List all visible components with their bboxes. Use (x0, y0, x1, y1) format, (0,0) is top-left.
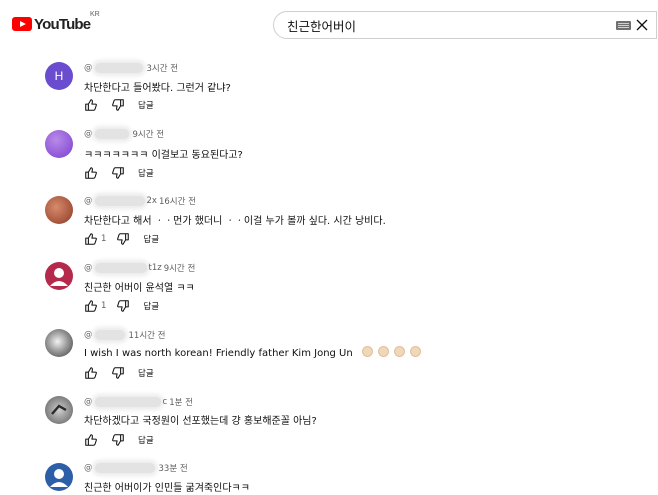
comment-header: @ 3시간 전 (84, 61, 178, 75)
author-handle[interactable]: @ (84, 263, 93, 273)
avatar[interactable] (45, 262, 73, 290)
thumbs-up-emoji-icon (361, 346, 373, 357)
thumbs-up-emoji-icon (378, 346, 390, 357)
comment-text: I wish I was north korean! Friendly fath… (84, 346, 422, 359)
author-handle-tail: c (162, 397, 168, 407)
logo-text: YouTube (34, 15, 91, 33)
user-silhouette-icon (50, 469, 68, 487)
play-logo-icon (12, 17, 32, 31)
avatar[interactable] (45, 463, 73, 491)
author-handle[interactable]: @ (84, 330, 93, 340)
comment-header: @ 33분 전 (84, 461, 188, 475)
redacted-handle (94, 397, 161, 407)
avatar-letter: H (54, 69, 64, 83)
avatar[interactable] (45, 329, 73, 357)
comment-header: @ 2x 16시간 전 (84, 194, 196, 208)
comment-text: 친근한 어버이가 인민들 굶겨죽인다ㅋㅋ (84, 483, 250, 494)
author-handle[interactable]: @ (84, 196, 93, 206)
redacted-handle (94, 330, 125, 340)
comment-time[interactable]: 11시간 전 (129, 329, 166, 341)
close-icon[interactable] (634, 17, 650, 33)
author-handle[interactable]: @ (84, 463, 93, 473)
thumbs-down-icon[interactable] (111, 433, 125, 447)
comment-actions: 답글 (84, 97, 154, 113)
comment-time[interactable]: 9시간 전 (133, 128, 165, 140)
thumbs-up-emoji-icon (394, 346, 406, 357)
comment-time[interactable]: 33분 전 (159, 462, 188, 474)
search-box (273, 11, 657, 39)
reply-button[interactable]: 답글 (138, 367, 154, 379)
comment-actions: 답글 (84, 165, 154, 181)
photo-avatar-icon (51, 404, 67, 415)
redacted-handle (94, 263, 147, 273)
like-count: 1 (101, 234, 107, 244)
like-count: 1 (101, 301, 107, 311)
author-handle-tail: 2x (146, 196, 157, 206)
thumbs-up-icon[interactable] (84, 299, 98, 313)
redacted-handle (94, 129, 129, 139)
comment-header: @ 9시간 전 (84, 127, 164, 141)
author-handle-tail: t1z (148, 263, 162, 273)
thumbs-down-icon[interactable] (111, 166, 125, 180)
country-code: KR (90, 11, 100, 18)
thumbs-up-icon[interactable] (84, 98, 98, 112)
top-bar: YouTube KR (0, 0, 658, 50)
reply-button[interactable]: 답글 (143, 233, 159, 245)
redacted-handle (94, 63, 143, 73)
reply-button[interactable]: 답글 (138, 434, 154, 446)
author-handle[interactable]: @ (84, 397, 93, 407)
author-handle[interactable]: @ (84, 63, 93, 73)
comment-time[interactable]: 16시간 전 (159, 195, 196, 207)
avatar[interactable] (45, 130, 73, 158)
comment-time[interactable]: 1분 전 (169, 396, 193, 408)
thumbs-down-icon[interactable] (116, 232, 130, 246)
comment-text: 차단한다고 들어봤다. 그런거 같냐? (84, 83, 231, 94)
comment-actions: 답글 (84, 365, 154, 381)
comment-actions: 1 답글 (84, 298, 159, 314)
comment-text: ㅋㅋㅋㅋㅋㅋㅋ 이걸보고 동요된다고? (84, 150, 243, 161)
comment-time[interactable]: 9시간 전 (164, 262, 196, 274)
reply-button[interactable]: 답글 (138, 167, 154, 179)
comment-text-body: I wish I was north korean! Friendly fath… (84, 348, 353, 359)
thumbs-up-icon[interactable] (84, 166, 98, 180)
comment-header: @ 11시간 전 (84, 328, 165, 342)
reply-button[interactable]: 답글 (138, 99, 154, 111)
comment-text: 친근한 어버이 윤석열 ㅋㅋ (84, 283, 195, 294)
comment-text: 차단한다고 해서 ㆍㆍ먼가 했더니 ㆍㆍ이걸 누가 볼까 싶다. 시간 낭비다. (84, 216, 386, 227)
comment-header: @ c 1분 전 (84, 395, 193, 409)
emoji-group (360, 346, 422, 359)
redacted-handle (94, 196, 145, 206)
comment-actions: 1 답글 (84, 231, 159, 247)
thumbs-down-icon[interactable] (111, 366, 125, 380)
comment-time[interactable]: 3시간 전 (147, 62, 179, 74)
thumbs-down-icon[interactable] (116, 299, 130, 313)
thumbs-down-icon[interactable] (111, 98, 125, 112)
author-handle[interactable]: @ (84, 129, 93, 139)
user-silhouette-icon (50, 268, 68, 286)
thumbs-up-icon[interactable] (84, 232, 98, 246)
comment-header: @ t1z 9시간 전 (84, 261, 195, 275)
avatar[interactable] (45, 396, 73, 424)
youtube-logo[interactable]: YouTube KR (12, 11, 100, 33)
comment-actions: 답글 (84, 432, 154, 448)
thumbs-up-icon[interactable] (84, 366, 98, 380)
reply-button[interactable]: 답글 (143, 300, 159, 312)
keyboard-icon[interactable] (616, 21, 631, 30)
thumbs-up-emoji-icon (410, 346, 422, 357)
redacted-handle (94, 463, 155, 473)
avatar[interactable] (45, 196, 73, 224)
comment-text: 차단하겠다고 국정원이 선포했는데 걍 홍보해준꼴 아님? (84, 416, 317, 427)
search-input[interactable] (287, 12, 587, 38)
avatar[interactable]: H (45, 62, 73, 90)
thumbs-up-icon[interactable] (84, 433, 98, 447)
